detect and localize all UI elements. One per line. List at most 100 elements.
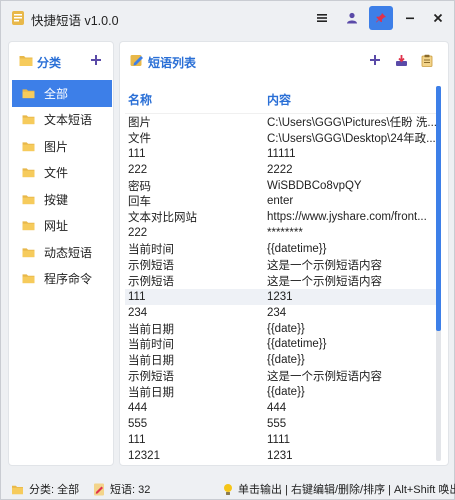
- category-label: 全部: [44, 86, 69, 101]
- category-item[interactable]: 文件: [12, 160, 112, 187]
- phrase-scrollbar[interactable]: [436, 86, 441, 461]
- category-panel-header: 分类: [9, 42, 113, 78]
- phrase-table: 名称 内容 图片 C:\Users\GGG\Pictures\任盼 洗... 文件 C…: [125, 86, 441, 461]
- menu-button[interactable]: [311, 7, 333, 29]
- table-row[interactable]: 示例短语 这是一个示例短语内容: [125, 368, 441, 384]
- close-icon: [433, 13, 443, 23]
- table-row[interactable]: 示例短语 这是一个示例短语内容: [125, 257, 441, 273]
- phrase-name-cell: 111: [128, 290, 146, 303]
- phrase-content-cell: {{datetime}}: [267, 243, 327, 256]
- user-icon: [347, 12, 357, 24]
- phrase-content-cell: 这是一个示例短语内容: [267, 371, 382, 384]
- document-icon: [94, 483, 104, 495]
- category-label: 网址: [44, 219, 69, 234]
- table-row[interactable]: 12321 1231: [125, 448, 441, 461]
- plus-icon: [370, 55, 380, 65]
- phrase-content-cell: WiSBDBCo8vpQY: [267, 179, 362, 192]
- column-header-name[interactable]: 名称: [125, 91, 267, 108]
- phrase-name-cell: 文件: [128, 132, 151, 145]
- table-row[interactable]: 111 1231: [125, 288, 441, 305]
- category-label: 按键: [44, 192, 69, 207]
- phrase-content-cell: 555: [267, 417, 287, 430]
- table-row[interactable]: 222 ********: [125, 225, 441, 241]
- folder-icon: [22, 168, 35, 178]
- phrase-content-cell: C:\Users\GGG\Desktop\24年政...: [267, 132, 436, 145]
- phrase-name-cell: 234: [128, 306, 148, 319]
- folder-icon: [22, 195, 35, 204]
- phrase-name-cell: 密码: [128, 180, 151, 193]
- lightbulb-icon: [224, 483, 232, 495]
- pin-button[interactable]: [369, 6, 393, 30]
- clipboard-button[interactable]: [418, 51, 436, 69]
- pin-icon: [376, 13, 386, 23]
- table-row[interactable]: 111 1111: [125, 432, 441, 448]
- category-item[interactable]: 全部: [12, 80, 112, 107]
- phrase-content-cell: C:\Users\GGG\Pictures\任盼 洗...: [267, 116, 437, 129]
- phrase-content-cell: {{date}}: [267, 322, 305, 335]
- table-row[interactable]: 444 444: [125, 400, 441, 416]
- phrase-content-cell: 2222: [267, 163, 293, 176]
- table-header: 名称 内容: [125, 86, 441, 114]
- add-category-button[interactable]: [87, 51, 105, 69]
- category-item[interactable]: 程序命令: [12, 266, 112, 293]
- category-list: 全部文本短语图片文件按键网址动态短语程序命令: [12, 80, 112, 292]
- title-bar: 快捷短语 v1.0.0: [1, 1, 454, 35]
- table-row[interactable]: 555 555: [125, 416, 441, 432]
- phrase-name-cell: 图片: [128, 116, 151, 129]
- category-item[interactable]: 网址: [12, 213, 112, 240]
- app-window: 快捷短语 v1.0.0 分类 全部 文本短语 图片 文件 按键 网址 动态短语 …: [0, 0, 455, 500]
- phrase-name-cell: 444: [128, 401, 148, 414]
- status-hint-text: 单击输出 | 右键编辑/删除/排序 | Alt+Shift 唤出: [238, 484, 455, 496]
- scrollbar-thumb[interactable]: [436, 86, 441, 331]
- folder-icon: [12, 485, 23, 494]
- table-row[interactable]: 当前日期 {{date}}: [125, 384, 441, 400]
- table-row[interactable]: 文本对比网站 https://www.jyshare.com/front...: [125, 209, 441, 225]
- close-button[interactable]: [427, 7, 449, 29]
- status-category-text: 分类: 全部: [29, 484, 80, 496]
- table-row[interactable]: 111 11111: [125, 146, 441, 162]
- table-row[interactable]: 文件 C:\Users\GGG\Desktop\24年政...: [125, 130, 441, 146]
- category-label: 文本短语: [44, 113, 93, 128]
- table-row[interactable]: 当前日期 {{date}}: [125, 352, 441, 368]
- table-row[interactable]: 当前时间 {{datetime}}: [125, 241, 441, 257]
- table-row[interactable]: 图片 C:\Users\GGG\Pictures\任盼 洗...: [125, 114, 441, 130]
- folder-icon: [22, 142, 35, 151]
- phrase-panel: 短语列表 名称 内容 图片 C:\Users\GGG\Pictures\任盼 洗…: [119, 41, 449, 466]
- table-row[interactable]: 示例短语 这是一个示例短语内容: [125, 273, 441, 289]
- window-title: 快捷短语 v1.0.0: [31, 14, 119, 28]
- import-icon: [395, 54, 407, 66]
- category-item[interactable]: 图片: [12, 133, 112, 160]
- category-item[interactable]: 文本短语: [12, 107, 112, 134]
- category-item[interactable]: 按键: [12, 186, 112, 213]
- table-row[interactable]: 当前时间 {{datetime}}: [125, 336, 441, 352]
- category-label: 图片: [44, 139, 69, 154]
- add-phrase-button[interactable]: [366, 51, 384, 69]
- phrase-content-cell: {{date}}: [267, 354, 305, 367]
- phrase-content-cell: ********: [267, 227, 303, 240]
- phrase-name-cell: 示例短语: [128, 371, 174, 384]
- category-item[interactable]: 动态短语: [12, 239, 112, 266]
- minimize-icon: [406, 17, 414, 20]
- phrase-name-cell: 当前日期: [128, 323, 174, 336]
- table-row[interactable]: 234 234: [125, 305, 441, 321]
- clipboard-icon: [421, 54, 433, 67]
- table-row[interactable]: 当前日期 {{date}}: [125, 321, 441, 337]
- phrase-name-cell: 222: [128, 227, 148, 240]
- phrase-content-cell: 1231: [267, 290, 293, 303]
- phrase-name-cell: 12321: [128, 449, 160, 461]
- import-button[interactable]: [392, 51, 410, 69]
- table-row[interactable]: 回车 enter: [125, 193, 441, 209]
- table-row[interactable]: 密码 WiSBDBCo8vpQY: [125, 178, 441, 194]
- table-row[interactable]: 222 2222: [125, 162, 441, 178]
- user-button[interactable]: [341, 7, 363, 29]
- phrase-content-cell: enter: [267, 195, 294, 208]
- phrase-panel-header: 短语列表: [120, 42, 448, 78]
- phrase-name-cell: 回车: [128, 196, 151, 209]
- minimize-button[interactable]: [399, 7, 421, 29]
- phrase-name-cell: 示例短语: [128, 275, 174, 288]
- phrase-panel-title: 短语列表: [148, 56, 197, 70]
- phrase-content-cell: 11111: [267, 147, 296, 160]
- category-label: 文件: [44, 166, 69, 181]
- category-label: 程序命令: [44, 272, 93, 287]
- column-header-content[interactable]: 内容: [267, 91, 437, 108]
